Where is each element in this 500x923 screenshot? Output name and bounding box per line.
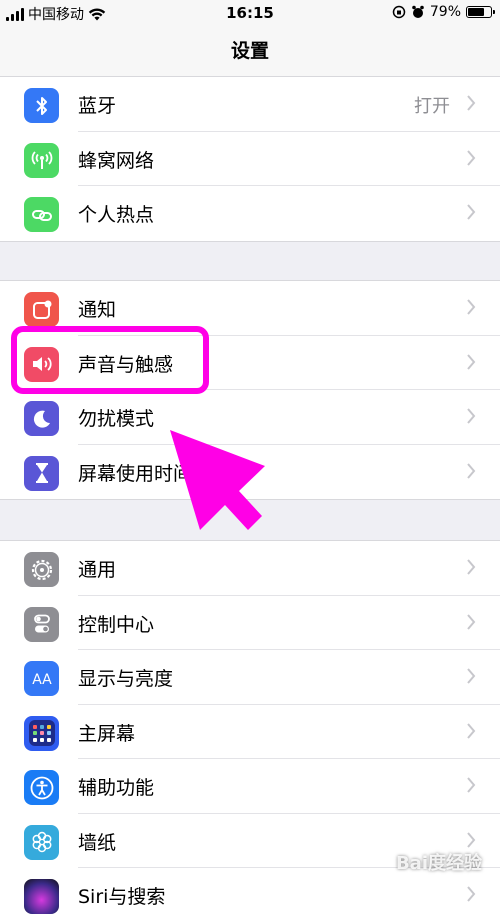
- chevron-right-icon: [467, 299, 476, 315]
- chevron-right-icon: [467, 149, 476, 166]
- alarm-icon: [412, 5, 424, 18]
- siri-icon: [24, 879, 59, 914]
- battery-percentage: 79%: [429, 4, 461, 20]
- svg-text:AA: AA: [32, 672, 52, 688]
- settings-row-screen-time[interactable]: 屏幕使用时间: [0, 445, 500, 500]
- battery-icon: [466, 6, 495, 18]
- chevron-right-icon: [467, 408, 476, 424]
- accessibility-icon: [24, 770, 59, 805]
- notifications-icon: [24, 292, 59, 327]
- hotspot-icon: [24, 197, 59, 232]
- cellular-icon: [24, 142, 59, 178]
- row-label: 通用: [78, 559, 117, 581]
- settings-row-control-center[interactable]: 控制中心: [0, 596, 500, 650]
- settings-row-cellular[interactable]: 蜂窝网络: [0, 132, 500, 186]
- bluetooth-icon: [24, 88, 59, 123]
- row-label: 墙纸: [78, 831, 117, 854]
- watermark: Bai度经验: [395, 853, 482, 874]
- row-label: 辅助功能: [78, 777, 155, 799]
- row-label: Siri与搜索: [78, 886, 166, 908]
- chevron-right-icon: [467, 204, 476, 220]
- chevron-right-icon: [467, 95, 476, 111]
- display-icon: AA: [24, 661, 59, 696]
- settings-row-do-not-disturb[interactable]: 勿扰模式: [0, 390, 500, 445]
- wallpaper-icon: [24, 824, 59, 860]
- row-label: 控制中心: [78, 613, 155, 636]
- nav-bar: 设置: [0, 28, 500, 79]
- settings-row-hotspot[interactable]: 个人热点: [0, 186, 500, 241]
- row-label: 显示与亮度: [78, 668, 174, 690]
- settings-row-display[interactable]: AA 显示与亮度: [0, 650, 500, 705]
- row-label: 蜂窝网络: [78, 149, 155, 172]
- chevron-right-icon: [467, 462, 476, 479]
- settings-row-home-screen[interactable]: 主屏幕: [0, 705, 500, 759]
- row-label: 主屏幕: [78, 722, 136, 745]
- chevron-right-icon: [467, 722, 476, 739]
- row-label: 通知: [78, 299, 117, 321]
- chevron-right-icon: [467, 777, 476, 793]
- settings-row-general[interactable]: 通用: [0, 541, 500, 596]
- chevron-right-icon: [467, 668, 476, 684]
- settings-row-accessibility[interactable]: 辅助功能: [0, 759, 500, 814]
- row-label: 勿扰模式: [78, 408, 155, 430]
- moon-icon: [24, 401, 59, 436]
- settings-row-siri[interactable]: Siri与搜索: [0, 868, 500, 923]
- hourglass-icon: [24, 455, 59, 491]
- chevron-right-icon: [467, 559, 476, 575]
- chevron-right-icon: [467, 353, 476, 370]
- gear-icon: [24, 552, 59, 587]
- row-value: 打开: [414, 96, 450, 117]
- highlight-box: [11, 326, 209, 394]
- status-bar: 中国移动 16:15 79%: [0, 0, 500, 28]
- status-right: 79%: [392, 4, 495, 20]
- settings-row-bluetooth[interactable]: 蓝牙 打开: [0, 77, 500, 132]
- toggles-icon: [24, 606, 59, 642]
- chevron-right-icon: [467, 886, 476, 902]
- row-label: 屏幕使用时间: [78, 462, 193, 485]
- chevron-right-icon: [467, 831, 476, 848]
- home-screen-icon: [24, 715, 59, 751]
- row-label: 个人热点: [78, 204, 155, 226]
- settings-group-connectivity: 蓝牙 打开 蜂窝网络 个人热点: [0, 76, 500, 242]
- page-title: 设置: [230, 40, 269, 62]
- chevron-right-icon: [467, 613, 476, 630]
- row-label: 蓝牙: [78, 95, 117, 117]
- orientation-lock-icon: [392, 5, 406, 19]
